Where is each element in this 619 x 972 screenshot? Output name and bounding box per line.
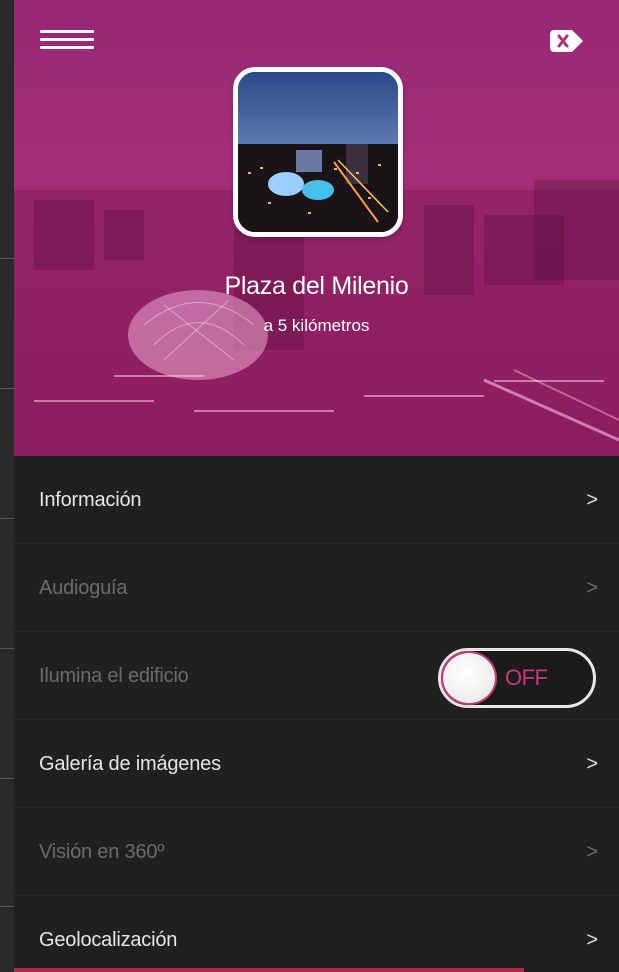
hamburger-menu-button[interactable]	[40, 30, 96, 54]
hero-header: Plaza del Milenio a 5 kilómetros	[14, 0, 619, 456]
menu-item-label: Geolocalización	[39, 929, 178, 951]
chevron-right-icon: >	[586, 577, 598, 599]
close-button[interactable]	[548, 26, 586, 56]
illuminate-toggle[interactable]: OFF	[438, 648, 596, 708]
place-menu: Información > Audioguía > Ilumina el edi…	[14, 456, 619, 972]
place-title: Plaza del Milenio	[224, 272, 409, 300]
menu-item-informacion[interactable]: Información >	[14, 456, 619, 544]
close-icon	[550, 30, 583, 52]
place-distance: a 5 kilómetros	[263, 316, 370, 335]
chevron-right-icon: >	[586, 929, 598, 951]
bottom-accent-bar	[14, 968, 524, 972]
toggle-knob	[443, 653, 495, 703]
place-detail-panel: Plaza del Milenio a 5 kilómetros Informa…	[14, 0, 619, 972]
menu-item-vision-360[interactable]: Visión en 360º >	[14, 808, 619, 896]
menu-item-label: Ilumina el edificio	[39, 665, 189, 687]
chevron-right-icon: >	[586, 489, 598, 511]
menu-item-label: Información	[39, 489, 142, 511]
menu-item-label: Galería de imágenes	[39, 753, 221, 775]
chevron-right-icon: >	[586, 841, 598, 863]
background-edge	[0, 0, 14, 972]
chevron-right-icon: >	[586, 753, 598, 775]
place-thumbnail	[233, 67, 403, 237]
toggle-state-label: OFF	[505, 665, 548, 690]
menu-item-label: Audioguía	[39, 577, 128, 599]
menu-item-audioguia[interactable]: Audioguía >	[14, 544, 619, 632]
menu-item-geolocalizacion[interactable]: Geolocalización >	[14, 896, 619, 972]
menu-item-label: Visión en 360º	[39, 841, 165, 863]
menu-item-galeria[interactable]: Galería de imágenes >	[14, 720, 619, 808]
menu-item-ilumina-edificio: Ilumina el edificio OFF	[14, 632, 619, 720]
